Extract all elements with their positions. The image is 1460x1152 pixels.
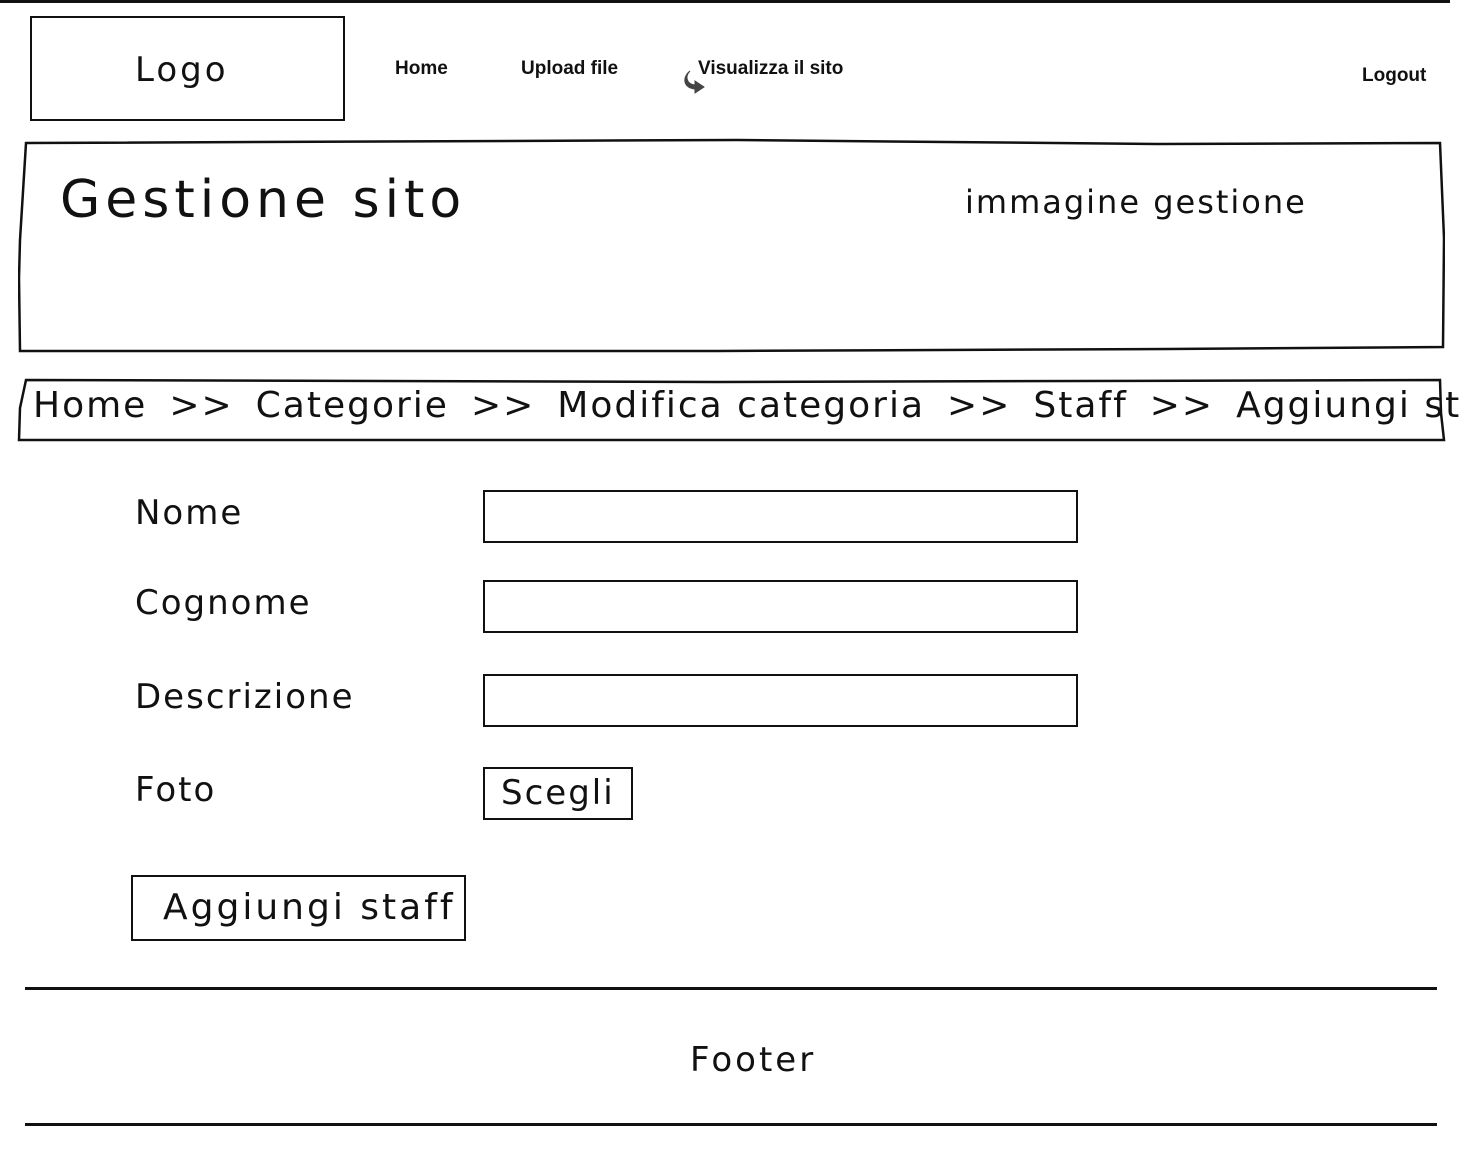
foto-label: Foto bbox=[135, 770, 217, 810]
breadcrumb: Home >> Categorie >> Modifica categoria >> Sta… bbox=[33, 385, 1460, 426]
breadcrumb-separator: >> bbox=[470, 385, 536, 426]
cognome-label: Cognome bbox=[135, 583, 312, 623]
nome-input[interactable] bbox=[483, 490, 1078, 543]
nome-label: Nome bbox=[135, 493, 244, 533]
choose-photo-button[interactable]: Scegli bbox=[483, 767, 633, 820]
footer-bottom-divider bbox=[25, 1123, 1437, 1126]
choose-photo-button-label: Scegli bbox=[501, 773, 615, 813]
breadcrumb-item-aggiungi-staff: Aggiungi staff bbox=[1236, 385, 1460, 426]
descrizione-label: Descrizione bbox=[135, 677, 355, 717]
breadcrumb-item-home[interactable]: Home bbox=[33, 385, 147, 426]
nav-item-home[interactable]: Home bbox=[395, 58, 448, 80]
breadcrumb-separator: >> bbox=[1149, 385, 1215, 426]
cognome-input[interactable] bbox=[483, 580, 1078, 633]
nav-item-upload-file[interactable]: Upload file bbox=[521, 58, 618, 80]
page-title: Gestione sito bbox=[60, 170, 467, 230]
breadcrumb-separator: >> bbox=[169, 385, 234, 426]
logo-label: Logo bbox=[135, 50, 229, 90]
breadcrumb-item-modifica-categoria[interactable]: Modifica categoria bbox=[557, 385, 925, 426]
footer-label: Footer bbox=[690, 1040, 817, 1080]
breadcrumb-item-categorie[interactable]: Categorie bbox=[256, 385, 449, 426]
nav-item-visualizza-il-sito[interactable]: Visualizza il sito bbox=[698, 58, 843, 80]
breadcrumb-item-staff[interactable]: Staff bbox=[1033, 385, 1127, 426]
logout-link[interactable]: Logout bbox=[1362, 65, 1426, 87]
footer-top-divider bbox=[25, 987, 1437, 990]
add-staff-button[interactable]: Aggiungi staff bbox=[131, 875, 466, 941]
breadcrumb-separator: >> bbox=[947, 385, 1012, 426]
add-staff-button-label: Aggiungi staff bbox=[163, 887, 456, 928]
top-border bbox=[0, 0, 1450, 3]
header-image-placeholder: immagine gestione bbox=[965, 183, 1307, 221]
descrizione-input[interactable] bbox=[483, 674, 1078, 727]
logo[interactable]: Logo bbox=[30, 16, 345, 121]
